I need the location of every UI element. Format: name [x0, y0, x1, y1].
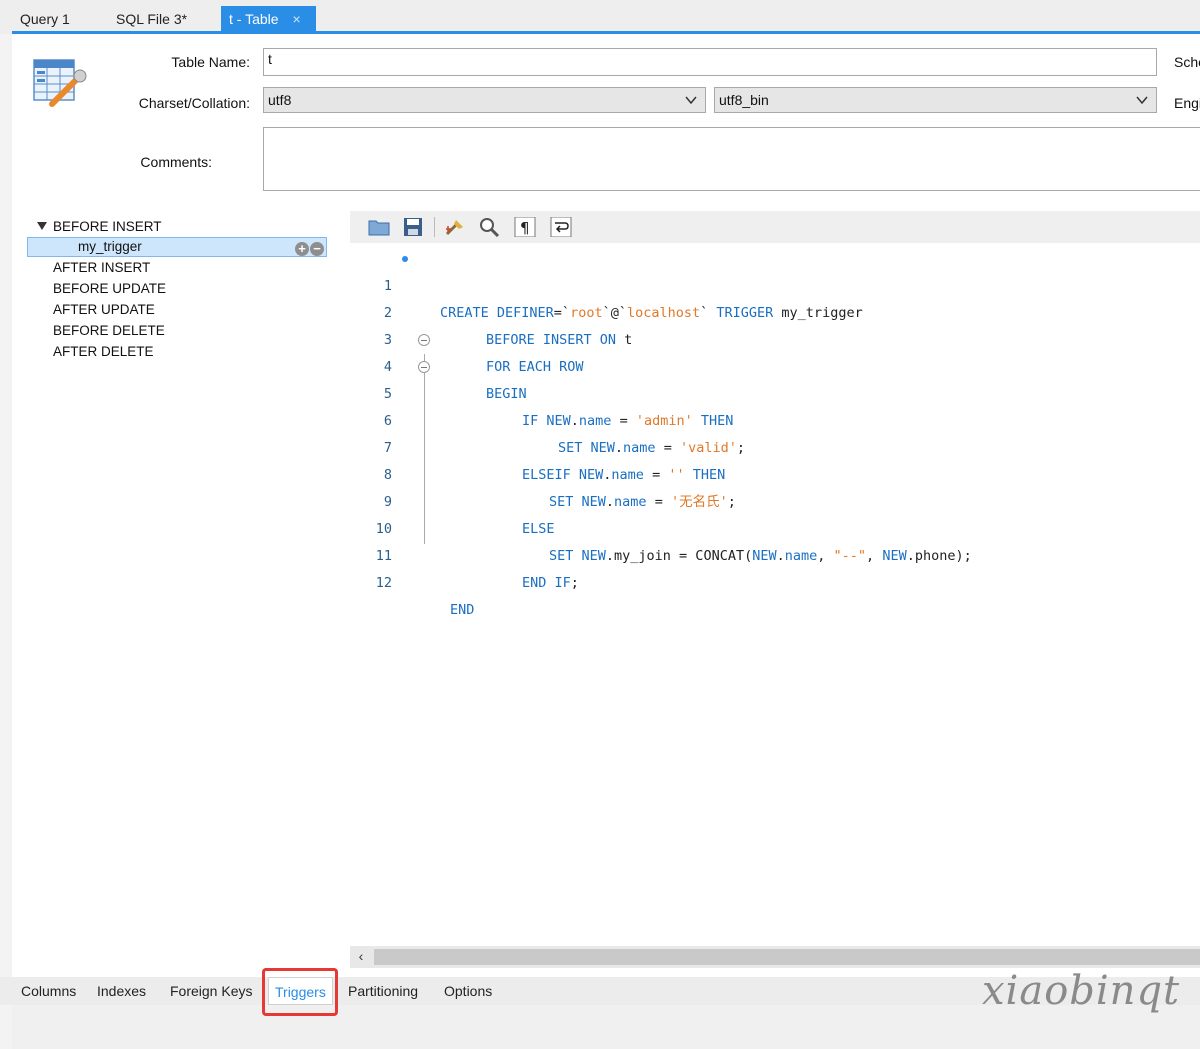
fold-toggle-icon[interactable] — [418, 334, 430, 346]
trigger-group-before-update[interactable]: BEFORE UPDATE — [27, 278, 327, 299]
add-trigger-icon[interactable]: + — [295, 242, 309, 256]
scroll-left-icon[interactable]: ‹ — [350, 946, 372, 968]
trigger-group-label: BEFORE DELETE — [53, 323, 165, 338]
code-line: 6 SET NEW.name = 'valid'; — [350, 381, 1200, 456]
code-line: 8 SET NEW.name = '无名氏'; — [350, 435, 1200, 510]
tab-label: Query 1 — [20, 11, 70, 27]
table-editor-panel: Table Name: t Schema: Charset/Collation:… — [12, 34, 1200, 977]
comments-textarea[interactable] — [263, 127, 1200, 191]
trigger-group-label: BEFORE INSERT — [53, 219, 162, 234]
left-gutter — [0, 34, 12, 1049]
sql-editor-toolbar: ¶ — [350, 211, 1200, 243]
trigger-group-after-insert[interactable]: AFTER INSERT — [27, 257, 327, 278]
beautify-icon[interactable] — [444, 217, 466, 237]
tab-foreign-keys[interactable]: Foreign Keys — [170, 977, 252, 1005]
trigger-group-label: AFTER INSERT — [53, 260, 151, 275]
code-line: 1 CREATE DEFINER=`root`@`localhost` TRIG… — [350, 246, 1200, 321]
tab-label: t - Table — [229, 11, 279, 27]
code-line: 7 ELSEIF NEW.name = '' THEN — [350, 408, 1200, 483]
trigger-item-label: my_trigger — [78, 239, 142, 254]
schema-label: Schema: — [1174, 54, 1200, 70]
code-line: 4 BEGIN — [350, 327, 1200, 402]
tab-sql-file-3[interactable]: SQL File 3* — [108, 6, 195, 32]
find-icon[interactable] — [478, 217, 500, 237]
code-line: 9 ELSE — [350, 462, 1200, 537]
remove-trigger-icon[interactable]: − — [310, 242, 324, 256]
trigger-tree: BEFORE INSERT my_trigger + − AFTER INSERT… — [27, 216, 327, 362]
save-icon[interactable] — [402, 217, 424, 237]
code-line: 3 FOR EACH ROW — [350, 300, 1200, 375]
svg-text:¶: ¶ — [520, 219, 530, 237]
expand-caret-icon[interactable] — [37, 222, 47, 230]
tab-label: SQL File 3* — [116, 11, 188, 27]
watermark: xiaobinqt — [982, 968, 1181, 1014]
editor-tab-bar: Query 1 SQL File 3* t - Table × — [0, 0, 1200, 34]
tab-t-table[interactable]: t - Table × — [221, 6, 316, 32]
horizontal-scrollbar[interactable]: ‹ — [350, 946, 1200, 968]
scrollbar-thumb[interactable] — [374, 949, 1200, 965]
table-name-label: Table Name: — [171, 54, 250, 70]
close-icon[interactable]: × — [293, 11, 301, 27]
trigger-group-after-delete[interactable]: AFTER DELETE — [27, 341, 327, 362]
fold-toggle-icon[interactable] — [418, 361, 430, 373]
trigger-group-label: AFTER DELETE — [53, 344, 154, 359]
trigger-group-before-delete[interactable]: BEFORE DELETE — [27, 320, 327, 341]
charset-select[interactable]: utf8 — [263, 87, 706, 113]
open-folder-icon[interactable] — [368, 217, 390, 237]
sql-code-editor[interactable]: 1 CREATE DEFINER=`root`@`localhost` TRIG… — [350, 246, 1200, 946]
table-name-input[interactable]: t — [263, 48, 1157, 76]
word-wrap-icon[interactable] — [550, 217, 572, 237]
trigger-group-label: AFTER UPDATE — [53, 302, 155, 317]
code-line: 11 END IF; — [350, 516, 1200, 591]
breakpoint-icon — [402, 256, 408, 262]
collation-select[interactable]: utf8_bin — [714, 87, 1157, 113]
code-line: 5 IF NEW.name = 'admin' THEN — [350, 354, 1200, 429]
code-line: 2 BEFORE INSERT ON t — [350, 273, 1200, 348]
triggers-tab-highlight — [262, 968, 338, 1016]
comments-label: Comments: — [140, 154, 212, 170]
trigger-group-before-insert[interactable]: BEFORE INSERT — [27, 216, 327, 237]
code-line: 12 END — [350, 543, 1200, 618]
toolbar-separator — [434, 217, 435, 237]
table-edit-icon — [33, 59, 87, 107]
tab-options[interactable]: Options — [444, 977, 492, 1005]
trigger-item-my-trigger[interactable]: my_trigger + − — [27, 237, 327, 257]
tab-columns[interactable]: Columns — [21, 977, 76, 1005]
line-number: 12 — [375, 575, 392, 591]
trigger-group-after-update[interactable]: AFTER UPDATE — [27, 299, 327, 320]
code-line: 10 SET NEW.my_join = CONCAT(NEW.name, "-… — [350, 489, 1200, 564]
table-name-value: t — [268, 51, 272, 67]
tab-partitioning[interactable]: Partitioning — [348, 977, 418, 1005]
engine-label: Engine: — [1174, 95, 1200, 111]
trigger-group-label: BEFORE UPDATE — [53, 281, 167, 296]
tab-query-1[interactable]: Query 1 — [12, 6, 78, 32]
tab-indexes[interactable]: Indexes — [97, 977, 146, 1005]
charset-value: utf8 — [268, 92, 292, 108]
chevron-down-icon — [685, 96, 697, 105]
invisible-chars-icon[interactable]: ¶ — [514, 217, 536, 237]
charset-label: Charset/Collation: — [138, 95, 250, 111]
chevron-down-icon — [1136, 96, 1148, 105]
collation-value: utf8_bin — [719, 92, 769, 108]
